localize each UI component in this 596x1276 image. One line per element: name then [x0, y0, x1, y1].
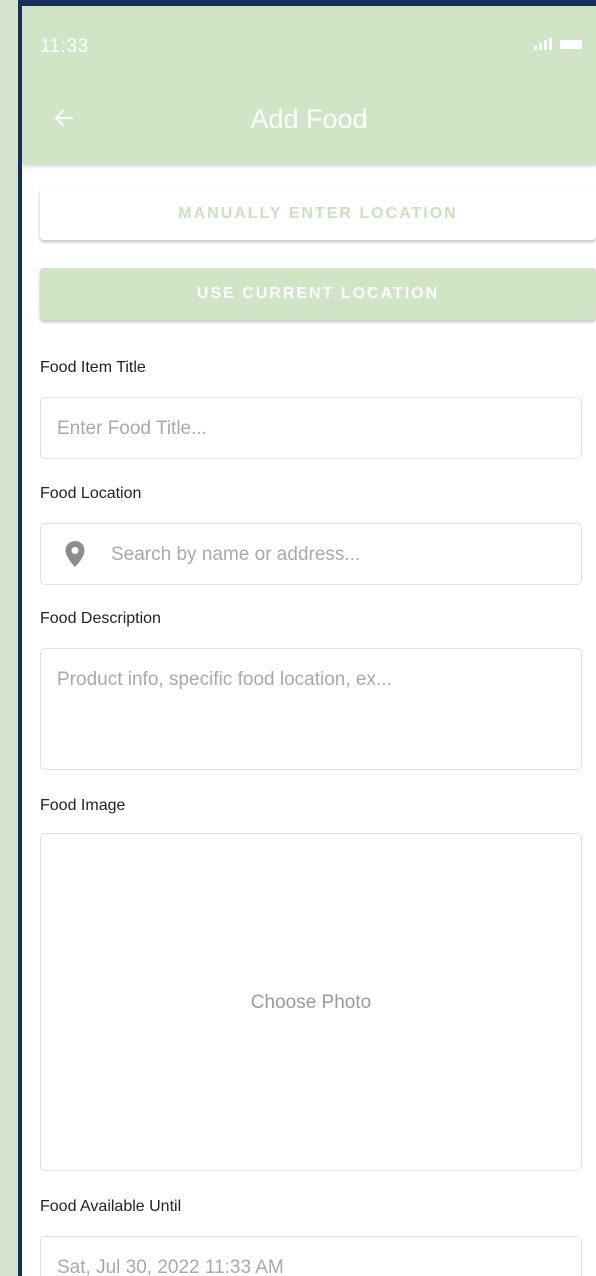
food-location-label: Food Location	[40, 485, 142, 502]
food-title-label: Food Item Title	[40, 359, 146, 376]
signal-icon	[534, 38, 552, 50]
choose-photo-button[interactable]: Choose Photo	[41, 992, 581, 1014]
food-title-placeholder: Enter Food Title...	[57, 418, 207, 439]
food-description-input[interactable]: Product info, specific food location, ex…	[40, 648, 582, 770]
app-screen: 11:33 Add Food MANUALLY ENTER LOCATION U…	[22, 6, 596, 1276]
status-time: 11:33	[40, 36, 89, 57]
food-title-input[interactable]: Enter Food Title...	[40, 397, 582, 459]
food-image-picker[interactable]: Choose Photo	[40, 833, 582, 1171]
app-bar: 11:33 Add Food	[22, 6, 596, 164]
food-available-until-input[interactable]: Sat, Jul 30, 2022 11:33 AM	[40, 1236, 582, 1276]
food-location-placeholder: Search by name or address...	[111, 544, 361, 565]
food-available-until-label: Food Available Until	[40, 1198, 182, 1215]
status-icons	[534, 38, 582, 50]
page-background	[0, 0, 18, 1276]
food-description-placeholder: Product info, specific food location, ex…	[57, 669, 392, 690]
battery-icon	[560, 40, 582, 49]
food-description-label: Food Description	[40, 610, 161, 627]
food-image-label: Food Image	[40, 797, 126, 814]
current-location-button[interactable]: USE CURRENT LOCATION	[40, 268, 596, 320]
food-available-until-value: Sat, Jul 30, 2022 11:33 AM	[57, 1257, 284, 1276]
manual-location-button[interactable]: MANUALLY ENTER LOCATION	[40, 188, 596, 240]
phone-frame: 11:33 Add Food MANUALLY ENTER LOCATION U…	[18, 0, 596, 1276]
location-pin-icon	[65, 541, 85, 567]
page-title: Add Food	[250, 104, 368, 134]
food-location-input[interactable]: Search by name or address...	[40, 523, 582, 585]
